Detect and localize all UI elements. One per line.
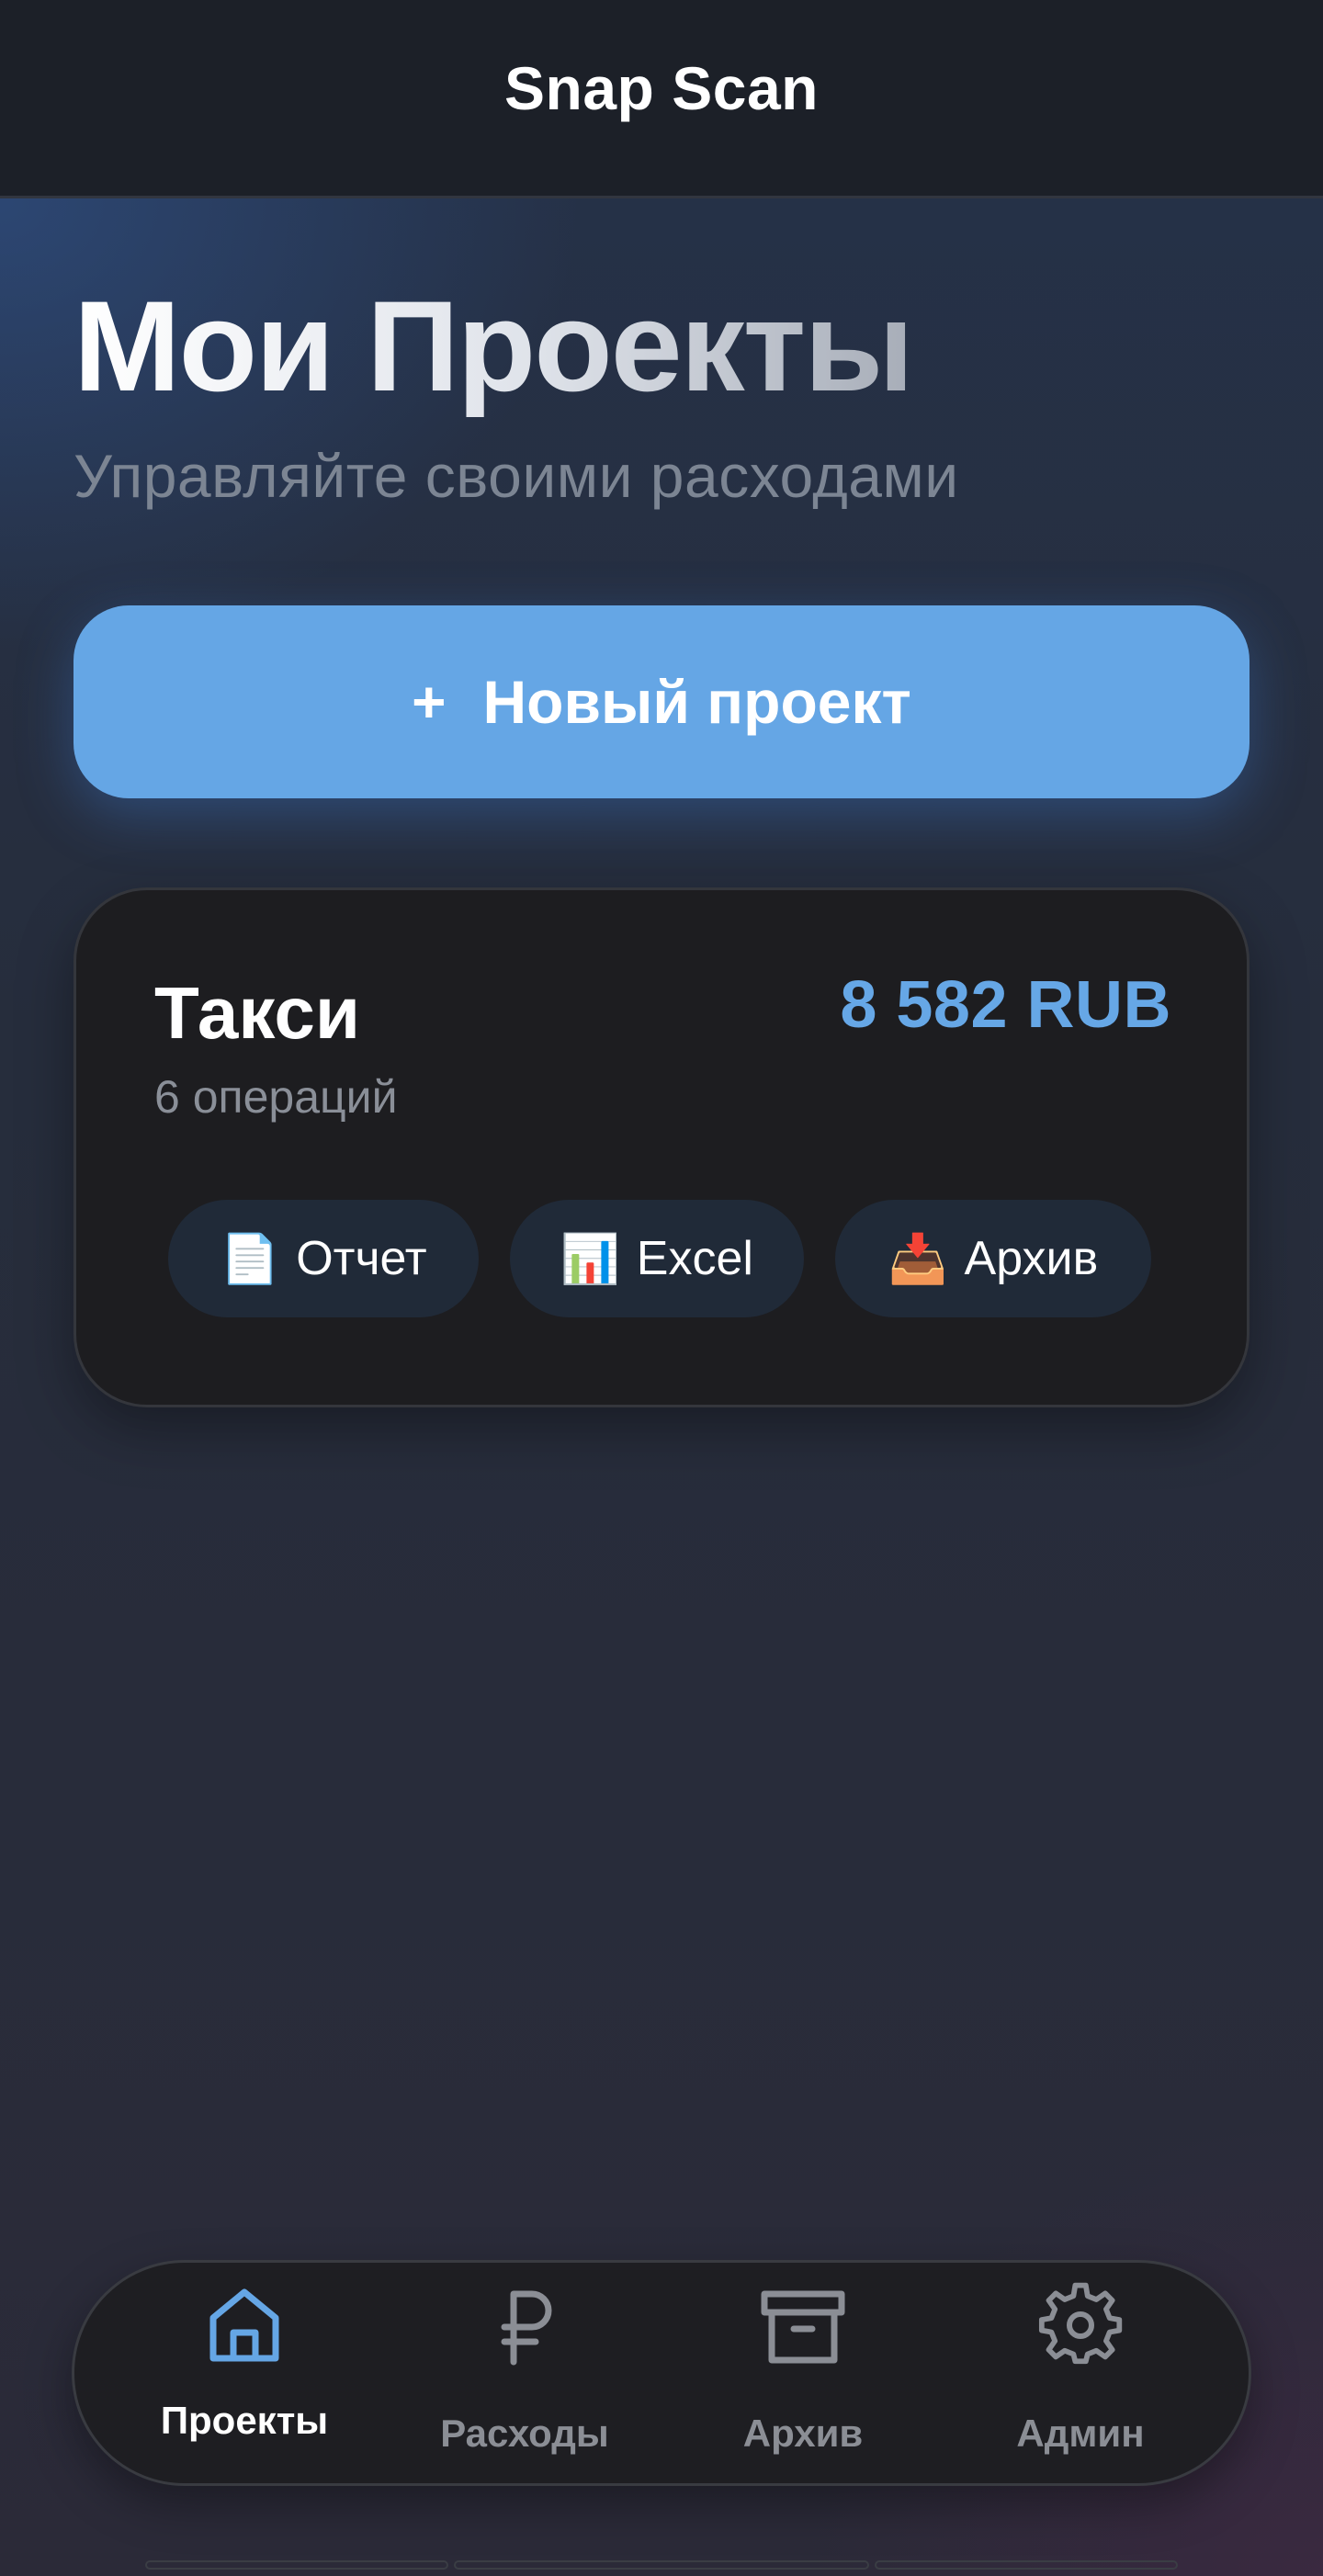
nav-label-expenses: Расходы (440, 2412, 609, 2455)
report-button-label: Отчет (296, 1232, 427, 1285)
nav-item-archive[interactable]: Архив (670, 2263, 936, 2489)
app-title: Snap Scan (504, 54, 819, 122)
nav-item-projects[interactable]: Проекты (111, 2263, 378, 2489)
archive-button[interactable]: 📥 Архив (835, 1200, 1151, 1317)
page-title: Мои Проекты (74, 274, 914, 418)
nav-label-admin: Админ (1016, 2412, 1145, 2455)
page-subtitle: Управляйте своими расходами (74, 442, 959, 510)
gear-icon (1038, 2282, 1123, 2365)
archive-box-icon (761, 2290, 845, 2364)
top-app-bar: Snap Scan (0, 0, 1323, 198)
report-button[interactable]: 📄 Отчет (168, 1200, 479, 1317)
new-project-label: Новый проект (482, 668, 911, 736)
project-card[interactable]: Такси 6 операций 8 582 RUB 📄 Отчет 📊 Exc… (74, 887, 1250, 1407)
home-icon (209, 2288, 279, 2362)
home-indicator-segment (875, 2560, 1178, 2570)
project-actions: 📄 Отчет 📊 Excel 📥 Архив (168, 1200, 1151, 1317)
inbox-tray-icon: 📥 (888, 1232, 948, 1286)
home-indicator-segment (145, 2560, 448, 2570)
document-icon: 📄 (220, 1232, 280, 1286)
excel-button[interactable]: 📊 Excel (510, 1200, 804, 1317)
home-indicator-segment (454, 2560, 869, 2570)
nav-item-admin[interactable]: Админ (947, 2263, 1214, 2489)
archive-button-label: Архив (964, 1232, 1099, 1285)
nav-item-expenses[interactable]: Расходы (391, 2263, 658, 2489)
bottom-navigation: Проекты Расходы Архив Админ (72, 2260, 1251, 2486)
plus-icon: + (412, 669, 447, 735)
new-project-button[interactable]: + Новый проект (74, 605, 1250, 798)
nav-label-archive: Архив (742, 2412, 864, 2455)
bar-chart-icon: 📊 (560, 1232, 620, 1286)
project-name: Такси (154, 972, 361, 1054)
excel-button-label: Excel (636, 1232, 753, 1285)
ruble-icon (501, 2290, 552, 2366)
project-operations-count: 6 операций (154, 1071, 398, 1123)
nav-label-projects: Проекты (160, 2399, 329, 2442)
project-amount: 8 582 RUB (840, 968, 1171, 1042)
